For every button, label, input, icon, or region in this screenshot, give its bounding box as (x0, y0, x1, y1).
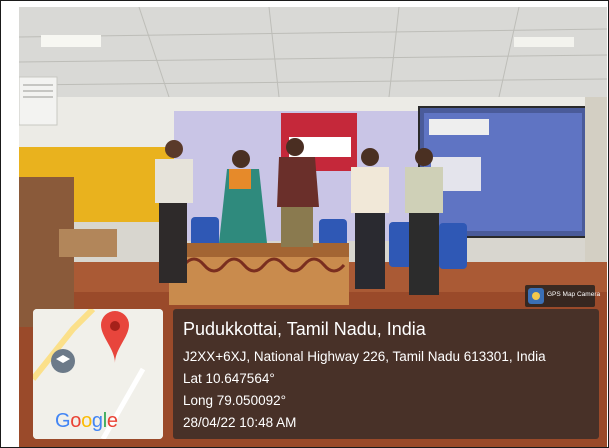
image-frame: GPS Map Camera Google Pudukkottai, Tamil… (0, 0, 609, 448)
gps-camera-badge: GPS Map Camera (525, 285, 600, 307)
location-title: Pudukkottai, Tamil Nadu, India (183, 319, 426, 339)
gps-camera-label: GPS Map Camera (547, 291, 601, 298)
address-text: J2XX+6XJ, National Highway 226, Tamil Na… (183, 349, 546, 364)
gps-camera-icon (528, 288, 544, 304)
google-logo: Google (55, 410, 118, 432)
longitude-text: Long 79.050092° (183, 393, 286, 408)
map-thumbnail: Google (33, 309, 163, 439)
event-photo: GPS Map Camera Google Pudukkottai, Tamil… (19, 7, 607, 447)
latitude-text: Lat 10.647564° (183, 371, 275, 386)
geotag-panel: Pudukkottai, Tamil Nadu, India J2XX+6XJ,… (173, 309, 599, 439)
datetime-text: 28/04/22 10:48 AM (183, 415, 297, 430)
